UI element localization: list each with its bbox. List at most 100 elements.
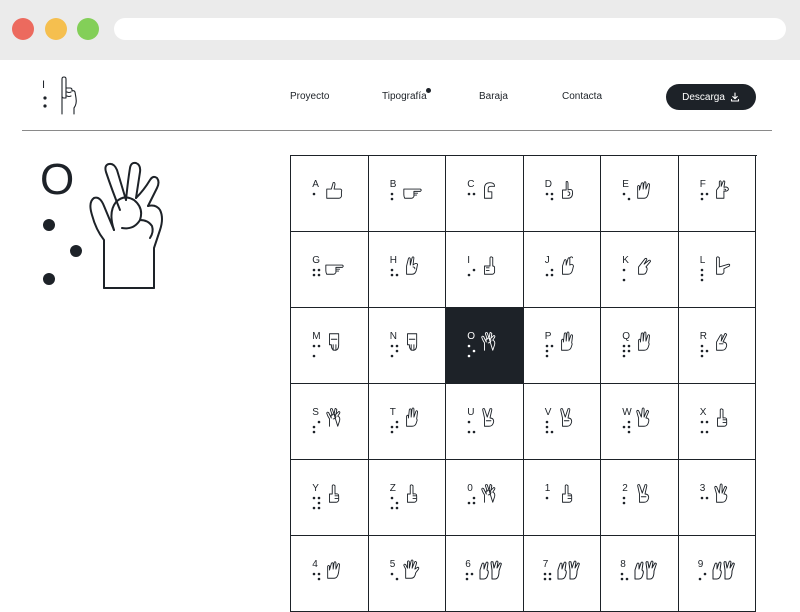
braille-dot [622,192,626,196]
maximize-window-button[interactable] [77,18,99,40]
braille-dot [548,572,552,576]
sign-cell-b[interactable]: B [368,156,446,232]
v-sign-hand-icon [637,484,650,503]
sign-cell-p[interactable]: P [523,308,601,384]
sign-char: 5 [389,559,396,570]
open-hand-hand-icon [403,559,420,579]
sign-cell-t[interactable]: T [368,384,446,460]
sign-label-column: J [545,256,555,283]
braille-dots [390,420,399,434]
sign-cell-2[interactable]: 2 [601,460,679,536]
sign-glyph: M [312,332,346,359]
h-shape-hand-icon [405,256,418,275]
sign-cell-9[interactable]: 9 [678,536,756,612]
sign-cell-v[interactable]: V [523,384,601,460]
sign-cell-3[interactable]: 3 [678,460,756,536]
braille-dot [467,192,471,196]
sign-cell-r[interactable]: R [678,308,756,384]
sign-char: M [312,331,321,342]
sign-cell-k[interactable]: K [601,232,679,308]
sign-cell-a[interactable]: A [291,156,369,232]
two-hands-hand-icon [634,560,658,580]
c-shape-hand-icon [484,182,496,199]
sign-label-column: S [312,408,322,435]
braille-dot [390,430,394,434]
sign-cell-7[interactable]: 7 [523,536,601,612]
braille-dot [545,425,549,429]
sign-cell-n[interactable]: N [368,308,446,384]
braille-dot [700,420,704,424]
nav-link-proyecto[interactable]: Proyecto [290,91,329,102]
sign-cell-y[interactable]: Y [291,460,369,536]
address-bar[interactable] [114,18,786,40]
braille-dot [312,344,316,348]
sign-cell-4[interactable]: 4 [291,536,369,612]
four-fingers-hand-icon [637,181,651,199]
braille-dot [390,425,394,429]
sign-char: F [699,179,706,190]
sign-cell-w[interactable]: W [601,384,679,460]
sign-cell-c[interactable]: C [446,156,524,232]
sign-label-column: Z [390,484,400,511]
sign-cell-i[interactable]: I [446,232,524,308]
nav-link-baraja[interactable]: Baraja [479,91,508,102]
braille-dot [470,572,474,576]
braille-dot [390,354,394,358]
site-logo[interactable]: I [40,74,84,118]
braille-dots [467,268,476,277]
sign-cell-0[interactable]: 0 [446,460,524,536]
braille-dot [317,501,321,505]
sign-cell-d[interactable]: D [523,156,601,232]
sign-cell-6[interactable]: 6 [446,536,524,612]
braille-dot [550,430,554,434]
sign-char: R [699,331,707,342]
point-right-hand-icon [403,188,422,199]
sign-cell-5[interactable]: 5 [368,536,446,612]
sign-cell-j[interactable]: J [523,232,601,308]
sign-cell-s[interactable]: S [291,384,369,460]
close-window-button[interactable] [12,18,34,40]
braille-dot [550,197,554,201]
sign-cell-f[interactable]: F [678,156,756,232]
sign-cell-e[interactable]: E [601,156,679,232]
braille-dot [627,349,631,353]
sign-cell-m[interactable]: M [291,308,369,384]
download-button-label: Descarga [682,91,725,103]
sign-cell-q[interactable]: Q [601,308,679,384]
two-hands-hand-icon [557,560,580,580]
sign-char: H [389,255,397,266]
sign-cell-l[interactable]: L [678,232,756,308]
sign-cell-8[interactable]: 8 [601,536,679,612]
sign-char: 4 [312,559,318,570]
minimize-window-button[interactable] [45,18,67,40]
index-up-hand-icon [329,484,340,503]
sign-cell-1[interactable]: 1 [523,460,601,536]
sign-cell-u[interactable]: U [446,384,524,460]
braille-dot [545,344,549,348]
sign-glyph: K [622,256,656,283]
d-shape-hand-icon [561,181,573,199]
braille-dot [390,506,394,510]
sign-char: B [389,179,397,190]
sign-label-column: G [312,256,322,283]
braille-dots [545,344,554,358]
sign-cell-o[interactable]: O [446,308,524,384]
braille-dot [312,425,316,429]
braille-dot [625,577,629,581]
download-button[interactable]: Descarga [666,84,756,110]
nav-link-tipografia[interactable]: Tipografía [382,91,427,102]
braille-dots [700,268,704,282]
sign-char: E [622,179,629,190]
three-fingers-hand-icon [636,407,650,427]
braille-dot [548,577,552,581]
sign-label-column: U [467,408,477,435]
sign-label-column: 4 [312,560,322,587]
braille-dot [317,268,321,272]
nav-link-contacta[interactable]: Contacta [562,91,602,102]
sign-cell-h[interactable]: H [368,232,446,308]
braille-dot [390,268,394,272]
sign-cell-z[interactable]: Z [368,460,446,536]
braille-dots [390,192,394,201]
sign-cell-x[interactable]: X [678,384,756,460]
sign-cell-g[interactable]: G [291,232,369,308]
